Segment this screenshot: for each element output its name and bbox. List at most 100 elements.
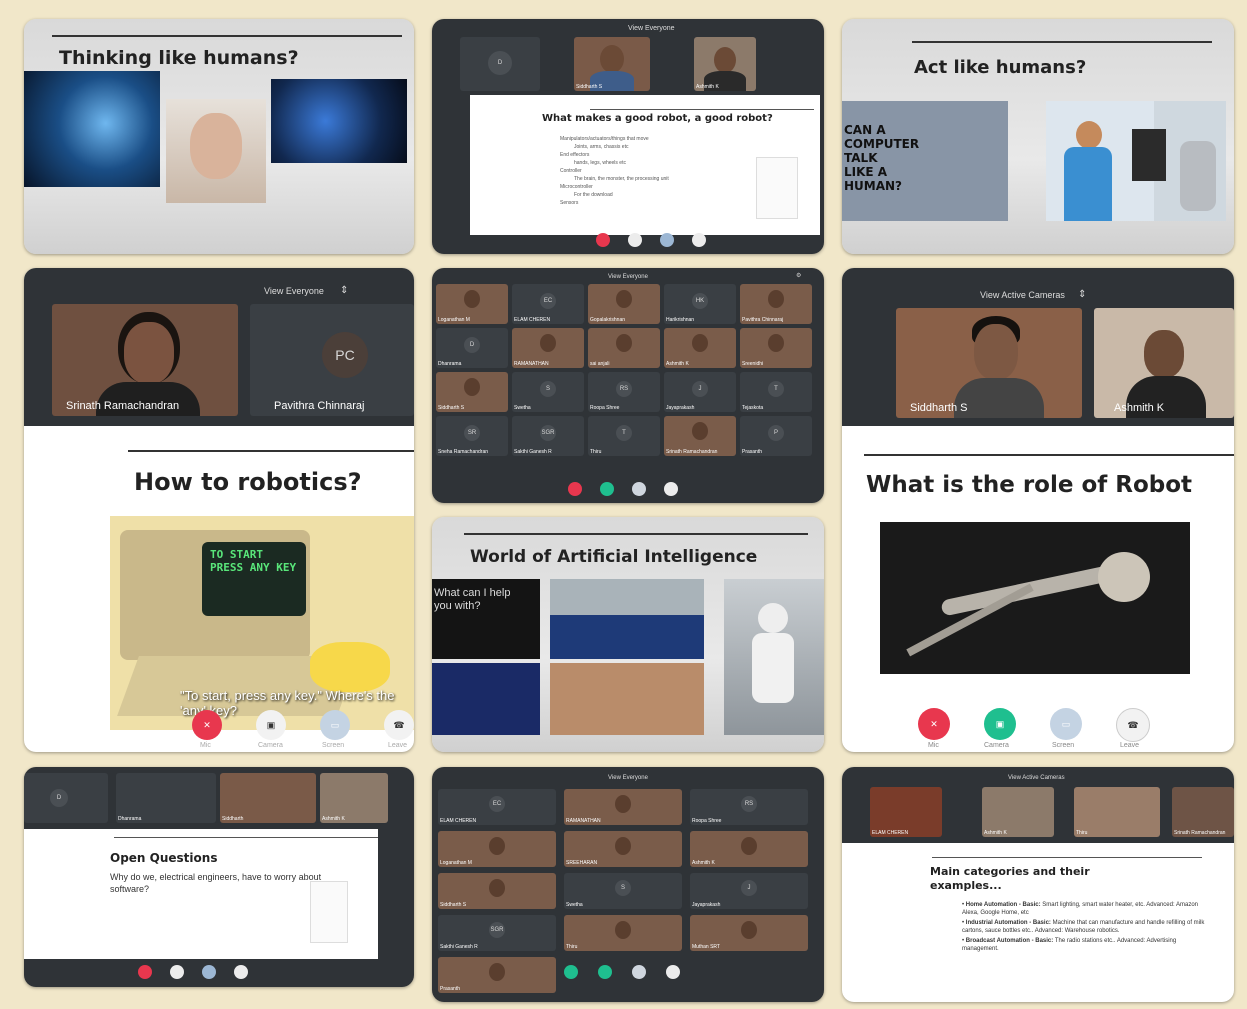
video-tile-ashmith: Ashmith K <box>1094 308 1234 418</box>
mic-button[interactable] <box>138 965 152 979</box>
camera-button[interactable]: ▣ <box>256 710 286 740</box>
comic-text: CAN A COMPUTER TALK LIKE A HUMAN? <box>844 123 920 193</box>
video-tile: RS Roopa Shree <box>588 372 660 412</box>
view-everyone-label[interactable]: View Everyone <box>608 274 648 280</box>
avatar: J <box>741 880 757 896</box>
video-tile-ashmith: Ashmith K <box>320 773 388 823</box>
mini-thumbnail <box>756 157 798 219</box>
participant-name: Prasanth <box>440 986 461 992</box>
video-tile: RAMANATHAN <box>564 789 682 825</box>
mic-label: Mic <box>200 742 211 749</box>
mic-button[interactable]: ✕ <box>918 708 950 740</box>
avatar: SR <box>464 425 480 441</box>
video-tile: Muthan SRT <box>690 915 808 951</box>
slide-area: Open Questions Why do we, electrical eng… <box>24 829 378 959</box>
screen-label: Screen <box>322 742 345 749</box>
avatar: EC <box>489 796 505 812</box>
title-rule <box>912 41 1212 43</box>
comic-image: CAN A COMPUTER TALK LIKE A HUMAN? <box>842 101 1008 221</box>
slide-title: What makes a good robot, a good robot? <box>542 113 773 124</box>
participant-name: Jayaprakash <box>666 405 695 411</box>
avatar: RS <box>616 381 632 397</box>
mic-button[interactable] <box>596 233 610 247</box>
participant-face <box>616 290 632 308</box>
screen-button[interactable] <box>202 965 216 979</box>
bullet-list: Manipulators/actuators/things that move … <box>560 135 669 207</box>
video-tile: P Prasanth <box>740 416 812 456</box>
video-tile: D Dhanrama <box>436 328 508 368</box>
mic-button[interactable] <box>564 965 578 979</box>
video-tile: D <box>24 773 108 823</box>
view-active-cameras-label[interactable]: View Active Cameras <box>1008 775 1065 781</box>
participant-face <box>692 334 708 352</box>
jeopardy-image <box>432 663 540 735</box>
video-tile: SGR Sakthi Ganesh R <box>438 915 556 951</box>
video-tile: Prasanth <box>438 957 556 993</box>
camera-button[interactable] <box>170 965 184 979</box>
screen-button[interactable]: ▭ <box>320 710 350 740</box>
camera-button[interactable] <box>600 482 614 496</box>
panel-act-like-humans: Act like humans? CAN A COMPUTER TALK LIK… <box>842 19 1234 254</box>
video-tile: Thiru <box>1074 787 1160 837</box>
camera-button[interactable]: ▣ <box>984 708 1016 740</box>
leave-button[interactable] <box>234 965 248 979</box>
settings-icon[interactable]: ⚙ <box>796 272 801 279</box>
participant-name: RAMANATHAN <box>566 818 601 824</box>
participant-name: Muthan SRT <box>692 944 720 950</box>
chevron-updown-icon[interactable]: ⇕ <box>340 285 348 296</box>
participant-name: Siddharth S <box>440 902 467 908</box>
neural-network-image <box>271 79 407 163</box>
view-everyone-label[interactable]: View Everyone <box>264 286 324 296</box>
video-tile-pavithra: PC Pavithra Chinnaraj <box>250 304 414 416</box>
video-tile: Srinath Ramachandran <box>1172 787 1234 837</box>
camera-button[interactable] <box>598 965 612 979</box>
screen-label: Screen <box>1052 742 1075 749</box>
participant-face <box>615 795 631 813</box>
slide-title: Act like humans? <box>914 57 1087 78</box>
participant-name: Swetha <box>566 902 583 908</box>
humanoid-robot-image <box>724 579 824 735</box>
mic-button[interactable]: ✕ <box>192 710 222 740</box>
screen-button[interactable] <box>632 965 646 979</box>
bullet: For the download <box>574 192 613 198</box>
video-tile: Siddharth S <box>436 372 508 412</box>
leave-button[interactable] <box>692 233 706 247</box>
participant-name: Thiru <box>566 944 578 950</box>
bullet: Joints, arms, chassis etc <box>574 144 629 150</box>
participant-face <box>741 921 757 939</box>
avatar: EC <box>540 293 556 309</box>
video-tile: SR Sneha Ramachandran <box>436 416 508 456</box>
slide-title: Main categories and their examples... <box>930 865 1090 892</box>
view-everyone-label[interactable]: View Everyone <box>608 775 648 781</box>
camera-button[interactable] <box>628 233 642 247</box>
leave-button[interactable] <box>666 965 680 979</box>
participant-name: Ashmith K <box>692 860 715 866</box>
video-tile: sai anjali <box>588 328 660 368</box>
screen-button[interactable] <box>632 482 646 496</box>
ai-head-image <box>24 71 160 187</box>
view-everyone-label[interactable]: View Everyone <box>628 25 675 32</box>
participant-name: Jayaprakash <box>692 902 721 908</box>
video-tile-ashmith: Ashmith K <box>694 37 756 91</box>
video-tile-siddharth: Siddharth <box>220 773 316 823</box>
title-rule <box>932 857 1202 858</box>
participant-name: Swetha <box>514 405 531 411</box>
participant-name: RAMANATHAN <box>514 361 549 367</box>
screen-button[interactable]: ▭ <box>1050 708 1082 740</box>
avatar: P <box>768 425 784 441</box>
leave-button[interactable] <box>664 482 678 496</box>
avatar: RS <box>741 796 757 812</box>
avatar: S <box>540 381 556 397</box>
participant-name: Thiru <box>590 449 602 455</box>
leave-button[interactable]: ☎ <box>384 710 414 740</box>
view-active-cameras-label[interactable]: View Active Cameras <box>980 290 1065 300</box>
avatar: J <box>692 381 708 397</box>
leave-button[interactable]: ☎ <box>1116 708 1150 742</box>
slide-title: Thinking like humans? <box>59 47 299 69</box>
participant-name: Sneha Ramachandran <box>438 449 489 455</box>
mic-button[interactable] <box>568 482 582 496</box>
slide-title: World of Artificial Intelligence <box>470 547 758 567</box>
screen-button[interactable] <box>660 233 674 247</box>
turing-test-image <box>1046 101 1226 221</box>
chevron-updown-icon[interactable]: ⇕ <box>1078 289 1086 300</box>
